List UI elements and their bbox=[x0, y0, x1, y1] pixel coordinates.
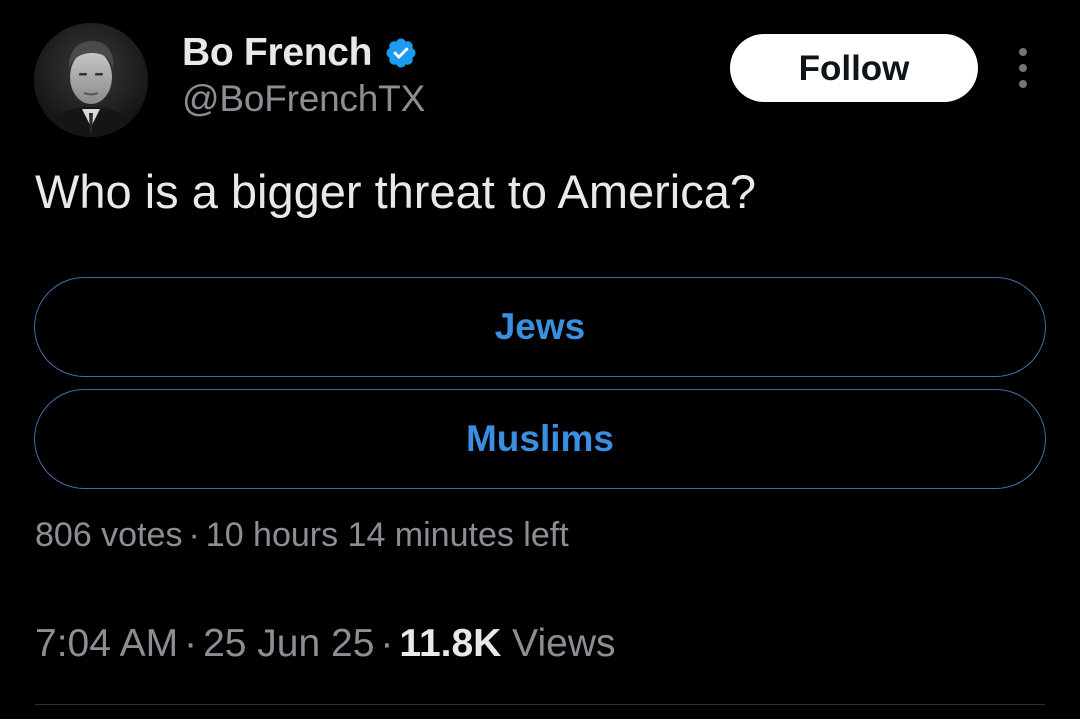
follow-button[interactable]: Follow bbox=[730, 34, 978, 102]
author-display-name[interactable]: Bo French bbox=[182, 31, 372, 75]
poll-option-jews[interactable]: Jews bbox=[34, 277, 1046, 377]
separator: · bbox=[188, 516, 200, 554]
dot bbox=[1019, 48, 1027, 56]
tweet-date[interactable]: 25 Jun 25 bbox=[203, 622, 374, 665]
dot bbox=[1019, 80, 1027, 88]
views-label: Views bbox=[512, 622, 616, 665]
poll-option-label: Jews bbox=[494, 306, 586, 347]
separator: · bbox=[380, 622, 394, 665]
tweet-time[interactable]: 7:04 AM bbox=[35, 622, 178, 665]
avatar[interactable] bbox=[34, 23, 148, 137]
tweet-timestamp-row: 7:04 AM · 25 Jun 25 · 11.8K Views bbox=[35, 622, 616, 666]
divider bbox=[35, 704, 1045, 705]
tweet-text: Who is a bigger threat to America? bbox=[35, 165, 757, 218]
author-name-row: Bo French bbox=[182, 28, 418, 78]
poll-option-label: Muslims bbox=[465, 418, 615, 459]
author-handle[interactable]: @BoFrenchTX bbox=[182, 78, 425, 120]
poll-vote-count: 806 votes bbox=[35, 516, 183, 554]
dot bbox=[1019, 64, 1027, 72]
views-count[interactable]: 11.8K bbox=[399, 622, 501, 665]
more-dots-icon[interactable] bbox=[1008, 48, 1038, 88]
poll-option-muslims[interactable]: Muslims bbox=[34, 389, 1046, 489]
poll-time-left: 10 hours 14 minutes left bbox=[205, 516, 569, 554]
tweet-card: Bo French @BoFrenchTX Follow Who is a bi… bbox=[0, 0, 1080, 719]
separator: · bbox=[184, 622, 198, 665]
verified-badge-icon[interactable] bbox=[384, 36, 418, 70]
avatar-portrait bbox=[34, 23, 148, 137]
poll-meta: 806 votes · 10 hours 14 minutes left bbox=[35, 516, 569, 555]
